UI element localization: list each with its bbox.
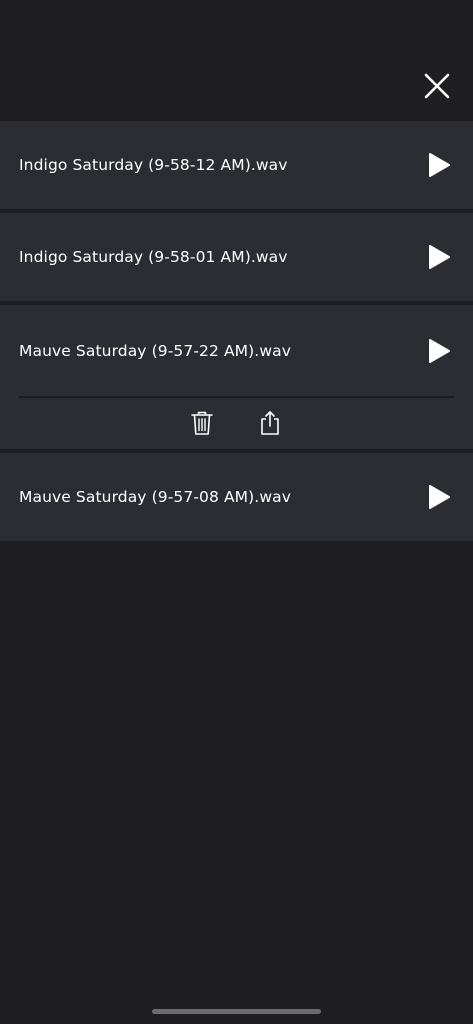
- trash-icon: [191, 411, 213, 435]
- recordings-list: Indigo Saturday (9-58-12 AM).wav Indigo …: [0, 121, 473, 541]
- recording-name: Mauve Saturday (9-57-08 AM).wav: [19, 488, 291, 506]
- play-icon: [429, 153, 450, 177]
- play-icon: [429, 245, 450, 269]
- recording-item-expanded[interactable]: Mauve Saturday (9-57-22 AM).wav: [0, 305, 473, 449]
- recording-item[interactable]: Mauve Saturday (9-57-08 AM).wav: [0, 453, 473, 541]
- share-icon: [261, 411, 279, 435]
- share-button[interactable]: [258, 410, 282, 436]
- play-button[interactable]: [426, 152, 452, 178]
- play-button[interactable]: [426, 338, 452, 364]
- recording-item[interactable]: Indigo Saturday (9-58-12 AM).wav: [0, 121, 473, 209]
- close-icon: [424, 73, 450, 99]
- delete-button[interactable]: [190, 410, 214, 436]
- play-icon: [429, 338, 450, 363]
- recording-actions: [0, 398, 473, 449]
- recording-item[interactable]: Indigo Saturday (9-58-01 AM).wav: [0, 213, 473, 301]
- play-button[interactable]: [426, 484, 452, 510]
- close-button[interactable]: [421, 70, 453, 102]
- home-indicator: [152, 1009, 321, 1014]
- play-icon: [429, 485, 450, 509]
- recording-name: Indigo Saturday (9-58-12 AM).wav: [19, 156, 288, 174]
- play-button[interactable]: [426, 244, 452, 270]
- recording-name: Indigo Saturday (9-58-01 AM).wav: [19, 248, 288, 266]
- recording-name: Mauve Saturday (9-57-22 AM).wav: [19, 341, 291, 360]
